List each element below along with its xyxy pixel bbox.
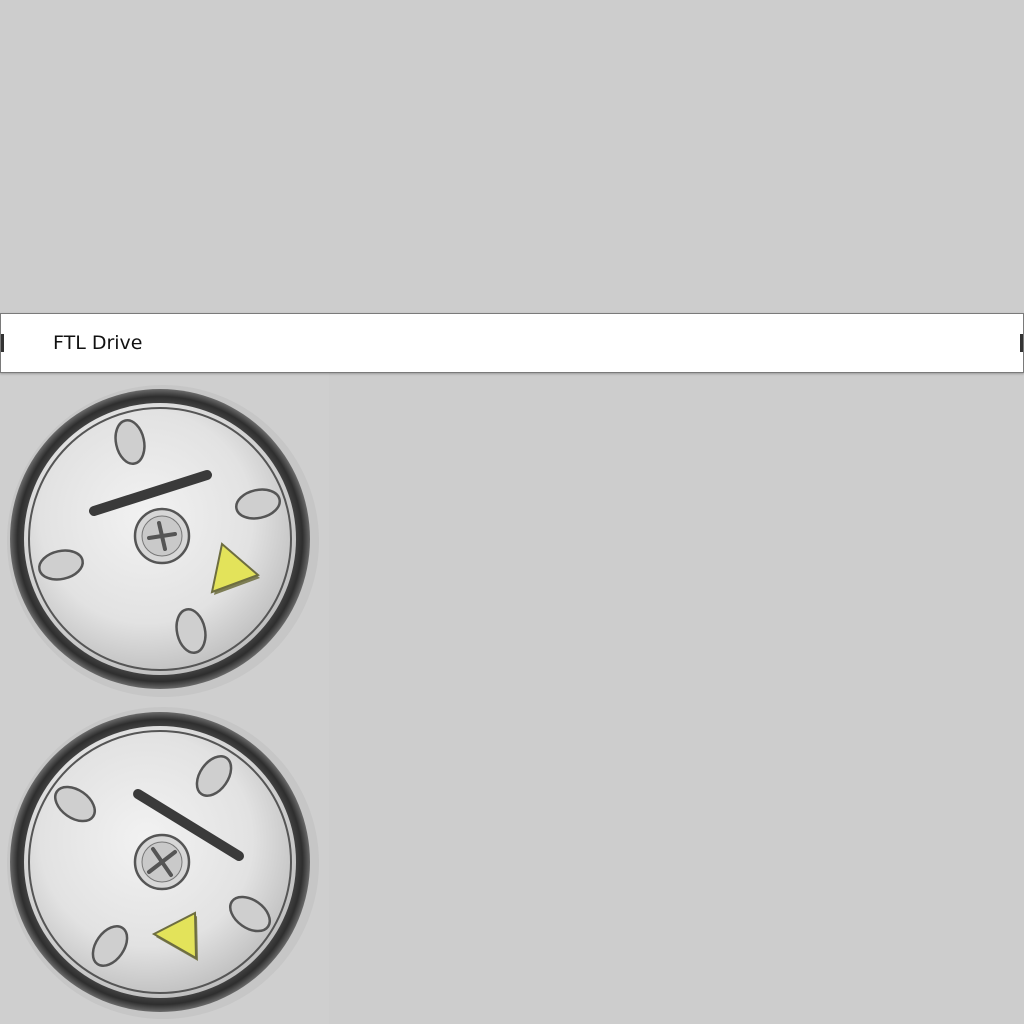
dial-graphic xyxy=(7,385,319,697)
page-title: FTL Drive xyxy=(53,332,143,354)
title-bar: FTL Drive xyxy=(0,313,1024,373)
screw-icon xyxy=(133,833,191,891)
title-bar-right-edge xyxy=(1020,334,1023,352)
ftl-dial-1[interactable] xyxy=(6,384,320,698)
screw-icon xyxy=(133,507,191,565)
dial-graphic xyxy=(7,707,319,1019)
title-bar-left-edge xyxy=(1,334,4,352)
ftl-dial-2[interactable] xyxy=(6,706,320,1020)
